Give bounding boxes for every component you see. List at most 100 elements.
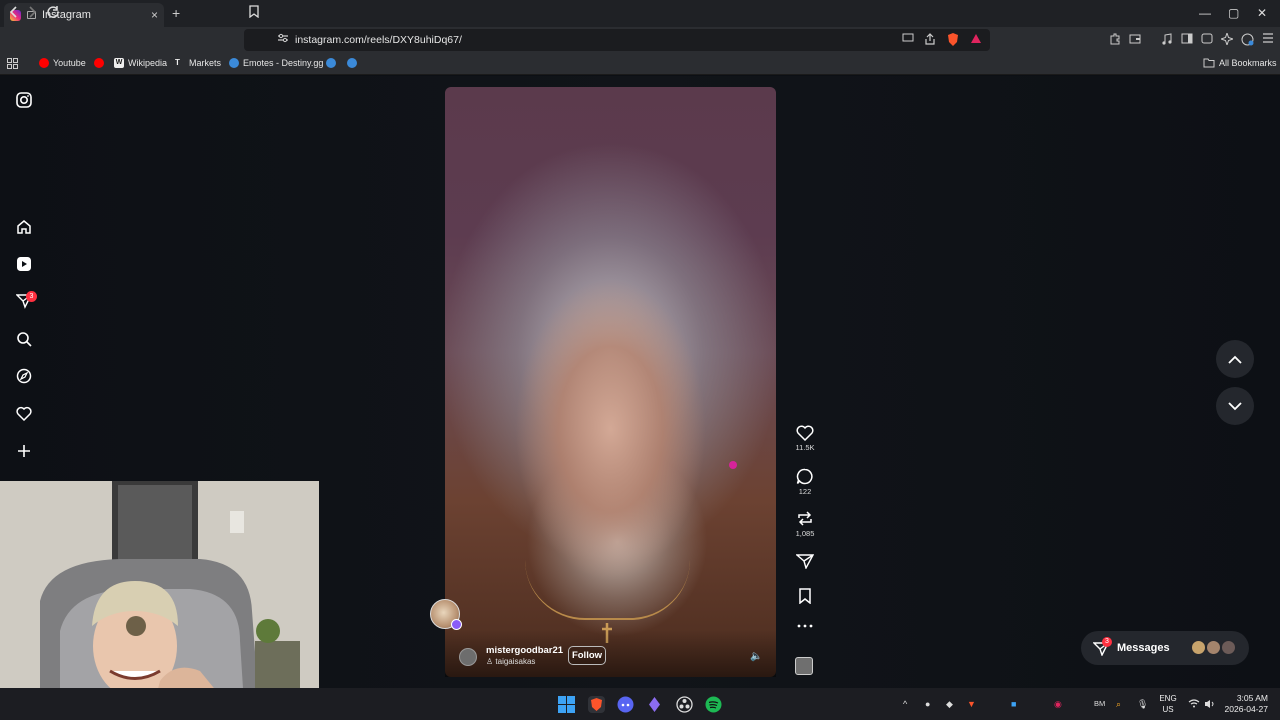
wikipedia-icon: W	[114, 58, 124, 68]
mute-icon[interactable]: 🔈	[750, 651, 762, 662]
search-icon[interactable]	[14, 329, 34, 349]
comment-button[interactable]: 122	[792, 468, 818, 496]
bookmark-page-icon[interactable]	[249, 5, 259, 21]
browser-tab-bar	[0, 0, 1280, 27]
microphone-icon[interactable]: 🎙	[1137, 699, 1148, 710]
more-options-button[interactable]	[792, 624, 818, 628]
reload-icon[interactable]	[46, 5, 60, 22]
share-icon[interactable]	[923, 33, 937, 45]
extensions-icon[interactable]	[1108, 33, 1122, 45]
tray-bm-icon[interactable]: BM	[1094, 699, 1105, 708]
close-window-button[interactable]: ✕	[1257, 6, 1267, 20]
message-avatar	[1221, 640, 1236, 655]
discord-taskbar-icon[interactable]	[617, 696, 634, 713]
earring-dot	[729, 461, 737, 469]
bookmark-youtube[interactable]: Youtube	[39, 58, 86, 68]
bookmark-markets[interactable]: T Markets	[175, 58, 221, 68]
repost-button[interactable]: 1,085	[792, 510, 818, 538]
audio-name: taigaisakas	[495, 657, 536, 666]
wifi-icon[interactable]	[1188, 699, 1200, 710]
tray-app-icon[interactable]: ●	[925, 699, 930, 709]
lang-bottom: US	[1162, 705, 1174, 714]
audio-attribution[interactable]: ♙ taigaisakas	[486, 657, 535, 666]
message-avatar	[1191, 640, 1206, 655]
tray-brave-icon[interactable]: ▼	[967, 699, 976, 709]
url-text[interactable]: instagram.com/reels/DXY8uhiDq67/	[295, 34, 462, 46]
creator-avatar[interactable]	[459, 648, 477, 666]
instagram-logo-icon[interactable]	[14, 90, 34, 110]
vpn-icon[interactable]	[1200, 33, 1214, 45]
cast-icon[interactable]	[901, 33, 915, 45]
bookmark-icon	[799, 588, 811, 604]
all-bookmarks-label: All Bookmarks	[1219, 58, 1277, 68]
creator-username[interactable]: mistergoodbar21	[486, 645, 563, 656]
create-icon[interactable]	[14, 441, 34, 461]
language-indicator[interactable]: ENG US	[1158, 693, 1178, 715]
windows-start-icon[interactable]	[558, 696, 575, 713]
next-reel-button[interactable]	[1216, 387, 1254, 425]
like-button[interactable]: 11.5K	[792, 425, 818, 452]
audio-thumbnail[interactable]	[795, 657, 813, 675]
notifications-badge: 3	[26, 291, 37, 302]
brave-taskbar-icon[interactable]	[588, 696, 605, 713]
bookmark-destiny-2[interactable]	[326, 58, 336, 68]
volume-icon[interactable]	[1204, 699, 1216, 711]
reels-icon[interactable]	[14, 254, 34, 274]
brave-rewards-icon[interactable]	[969, 33, 983, 45]
message-avatar	[1206, 640, 1221, 655]
bookmark-destiny-emotes[interactable]: Emotes - Destiny.gg	[229, 58, 323, 68]
floating-avatar-badge	[451, 619, 462, 630]
media-icon[interactable]	[1160, 33, 1174, 45]
more-icon	[797, 624, 813, 628]
site-settings-icon[interactable]	[276, 33, 290, 45]
send-icon	[796, 554, 814, 569]
tray-steam-icon[interactable]: ◆	[946, 699, 953, 710]
sidebar-icon[interactable]	[1180, 33, 1194, 45]
forward-icon[interactable]	[28, 5, 38, 22]
profile-icon[interactable]	[1240, 33, 1254, 46]
minimize-button[interactable]: —	[1199, 6, 1211, 20]
apps-icon[interactable]	[7, 58, 18, 69]
tray-app-icon-2[interactable]: ■	[1011, 699, 1016, 709]
messages-badge: 3	[1102, 637, 1112, 647]
clock-date: 2026-04-27	[1224, 704, 1268, 714]
person-icon: ♙	[486, 657, 496, 666]
bookmark-destiny-3[interactable]	[347, 58, 357, 68]
share-button[interactable]	[792, 553, 818, 569]
menu-icon[interactable]	[1261, 33, 1275, 45]
follow-button[interactable]: Follow	[568, 646, 606, 665]
maximize-button[interactable]: ▢	[1228, 6, 1239, 20]
explore-icon[interactable]	[14, 366, 34, 386]
all-bookmarks-button[interactable]: All Bookmarks	[1203, 58, 1277, 68]
lang-top: ENG	[1159, 694, 1177, 703]
clock-time: 3:05 AM	[1236, 693, 1268, 703]
destiny-icon	[229, 58, 239, 68]
bookmark-label: Youtube	[53, 58, 86, 68]
save-button[interactable]	[792, 588, 818, 604]
destiny-icon	[347, 58, 357, 68]
back-icon[interactable]	[8, 5, 18, 22]
chevron-up-icon	[1228, 355, 1242, 364]
bookmark-wikipedia[interactable]: W Wikipedia	[114, 58, 167, 68]
new-tab-button[interactable]: +	[172, 5, 180, 21]
brave-shield-icon[interactable]	[946, 33, 960, 46]
wallet-icon[interactable]	[1128, 33, 1142, 45]
system-clock[interactable]: 3:05 AM 2026-04-27	[1222, 693, 1268, 715]
tray-search-icon[interactable]: ⌕	[1116, 699, 1121, 710]
heart-icon	[796, 425, 814, 441]
tray-app-icon-3[interactable]: ◉	[1054, 699, 1062, 710]
tab-close-icon[interactable]: ×	[151, 8, 158, 22]
chevron-down-icon	[1228, 401, 1242, 410]
comment-icon	[796, 468, 813, 485]
comment-count: 122	[798, 487, 812, 496]
tradingview-icon: T	[175, 58, 180, 67]
leo-ai-icon[interactable]	[1219, 31, 1235, 47]
obs-taskbar-icon[interactable]	[676, 696, 693, 713]
heart-icon[interactable]	[14, 403, 34, 423]
tray-overflow-icon[interactable]: ^	[903, 699, 907, 709]
app-taskbar-icon[interactable]	[646, 696, 663, 713]
previous-reel-button[interactable]	[1216, 340, 1254, 378]
spotify-taskbar-icon[interactable]	[705, 696, 722, 713]
bookmark-youtube-2[interactable]	[94, 58, 104, 68]
home-icon[interactable]	[14, 217, 34, 237]
